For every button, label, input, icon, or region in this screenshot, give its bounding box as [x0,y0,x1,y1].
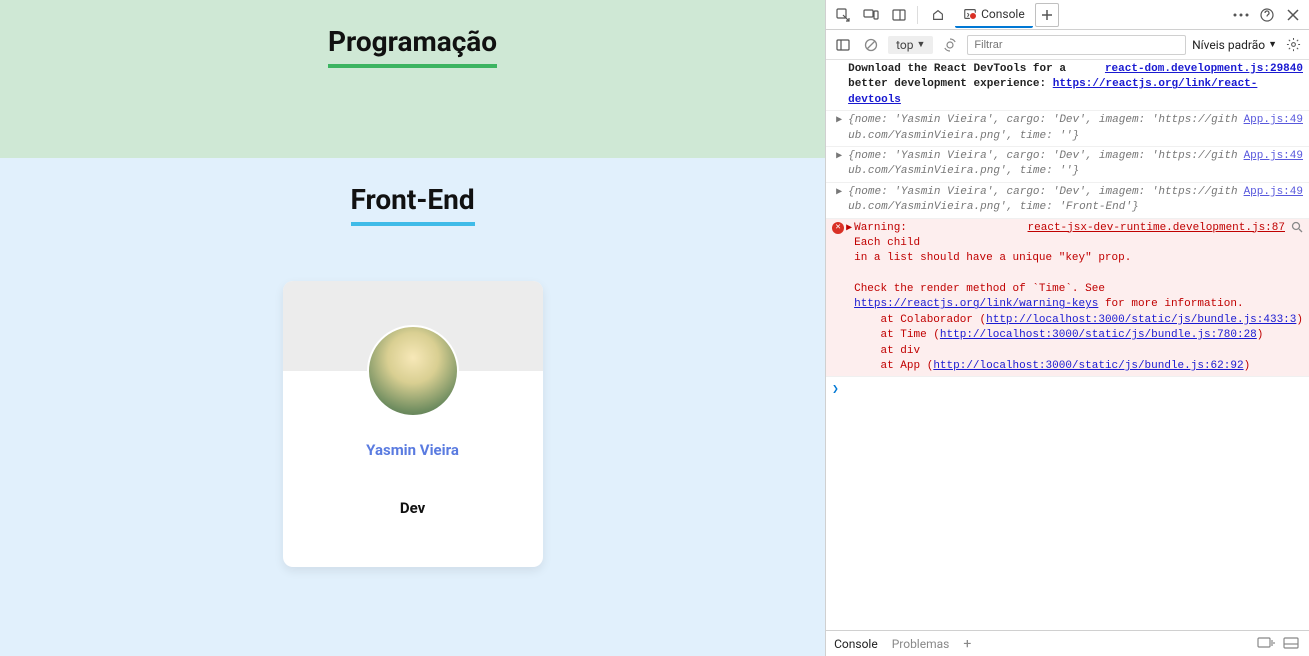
warning-keys-link[interactable]: https://reactjs.org/link/warning-keys [854,298,1098,310]
chevron-down-icon: ▼ [916,39,925,50]
error-text: for more information. [1098,298,1243,310]
inspect-element-icon[interactable] [830,2,856,28]
log-row: App.js:49 ▶ {nome: 'Yasmin Vieira', carg… [826,147,1309,183]
devtools-tabbar: Console [826,0,1309,30]
levels-label: Níveis padrão [1192,38,1265,52]
console-output[interactable]: react-dom.development.js:29840 Download … [826,60,1309,630]
stack-line: at Time ( [854,329,940,341]
expand-icon[interactable]: ▶ [836,186,842,200]
tab-console[interactable]: Console [955,2,1033,28]
console-toolbar: top ▼ Níveis padrão ▼ [826,30,1309,60]
section-title: Front-End [351,183,475,226]
more-options-icon[interactable] [1229,3,1253,27]
log-row: react-dom.development.js:29840 Download … [826,60,1309,111]
log-row: App.js:49 ▶ {nome: 'Yasmin Vieira', carg… [826,111,1309,147]
clear-console-icon[interactable] [860,34,882,56]
stack-link[interactable]: http://localhost:3000/static/js/bundle.j… [933,360,1243,372]
source-link[interactable]: react-dom.development.js:29840 [1105,62,1303,77]
drawer-icon[interactable] [1257,636,1275,652]
drawer-tab-problems[interactable]: Problemas [892,637,950,651]
expand-icon[interactable]: ▶ [846,222,852,236]
new-tab-button[interactable] [1035,3,1059,27]
log-text: Download the React DevTools for a better… [848,63,1066,90]
section-frontend: Front-End Yasmin Vieira Dev [0,158,825,627]
console-settings-icon[interactable] [1283,35,1303,55]
live-expression-icon[interactable] [939,34,961,56]
error-text: Warning: [854,222,907,234]
log-object[interactable]: {nome: 'Yasmin Vieira', cargo: 'Dev', im… [848,186,1237,213]
stack-link[interactable]: http://localhost:3000/static/js/bundle.j… [940,329,1257,341]
source-link[interactable]: App.js:49 [1244,185,1303,200]
log-row: App.js:49 ▶ {nome: 'Yasmin Vieira', carg… [826,183,1309,219]
log-levels-select[interactable]: Níveis padrão ▼ [1192,38,1277,52]
collaborator-card: Yasmin Vieira Dev [283,281,543,567]
section-programacao: Programação [0,0,825,158]
expand-icon[interactable]: ▶ [836,114,842,128]
stack-line: at div [854,345,920,357]
tab-label: Console [981,7,1025,21]
prompt-icon: ❯ [832,382,839,395]
close-devtools-icon[interactable] [1281,3,1305,27]
drawer-expand-icon[interactable] [1283,636,1301,652]
collaborator-role: Dev [283,499,543,517]
error-row: ✕ ▶ react-jsx-dev-runtime.development.js… [826,219,1309,378]
expand-icon[interactable]: ▶ [836,150,842,164]
stack-line: at App ( [854,360,933,372]
drawer-tab-console[interactable]: Console [834,637,878,651]
error-icon: ✕ [832,222,844,234]
error-text: Check the render method of `Time`. See [854,283,1105,295]
error-text: Each child [854,237,920,249]
help-icon[interactable] [1255,3,1279,27]
card-header [283,281,543,371]
tab-welcome[interactable] [923,3,953,27]
source-link[interactable]: App.js:49 [1244,149,1303,164]
chevron-down-icon: ▼ [1268,39,1277,50]
context-label: top [896,38,913,52]
source-link[interactable]: App.js:49 [1244,113,1303,128]
devtools-panel: Console top [825,0,1309,656]
avatar [367,325,459,417]
collaborator-name: Yasmin Vieira [283,441,543,459]
app-viewport[interactable]: Programação Front-End Yasmin Vieira Dev [0,0,825,656]
execution-context-select[interactable]: top ▼ [888,36,933,54]
stack-line: at Colaborador ( [854,314,986,326]
log-object[interactable]: {nome: 'Yasmin Vieira', cargo: 'Dev', im… [848,114,1237,141]
console-prompt[interactable]: ❯ [826,377,1309,400]
devtools-drawer: Console Problemas + [826,630,1309,656]
error-badge-icon [969,12,977,20]
device-toolbar-icon[interactable] [858,2,884,28]
dock-side-icon[interactable] [886,2,912,28]
inspect-error-icon[interactable] [1291,221,1303,239]
toggle-sidebar-icon[interactable] [832,34,854,56]
log-object[interactable]: {nome: 'Yasmin Vieira', cargo: 'Dev', im… [848,150,1237,177]
source-link[interactable]: react-jsx-dev-runtime.development.js:87 [1028,221,1285,236]
filter-input[interactable] [967,35,1186,55]
section-title: Programação [328,25,497,68]
drawer-add-tab[interactable]: + [963,636,971,652]
stack-link[interactable]: http://localhost:3000/static/js/bundle.j… [986,314,1296,326]
error-text: in a list should have a unique "key" pro… [854,252,1131,264]
